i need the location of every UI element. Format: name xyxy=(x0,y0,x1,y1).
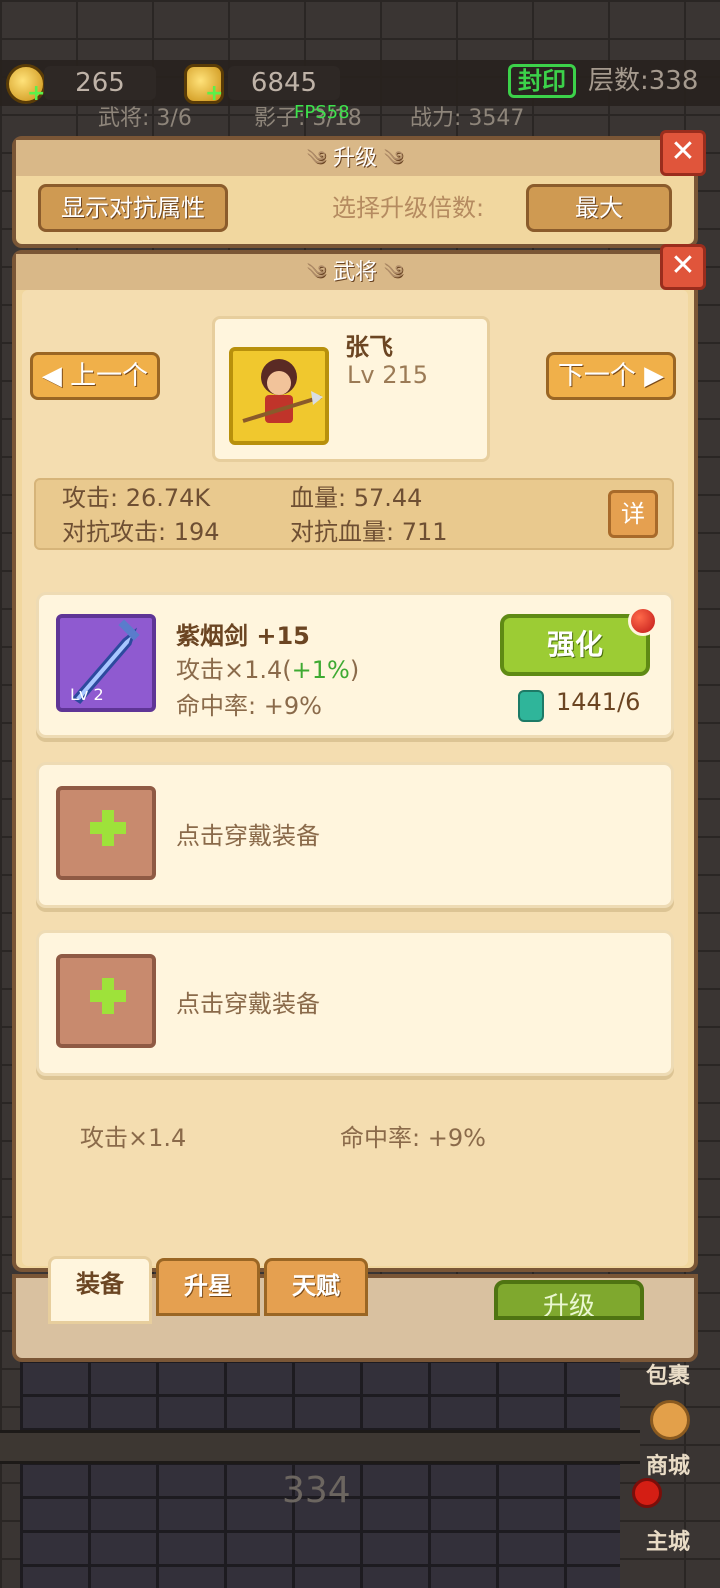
detail-button[interactable]: 详 xyxy=(608,490,658,538)
ingot-count: 6845 xyxy=(228,66,340,100)
hero-card: 张飞 Lv 215 xyxy=(212,316,490,462)
upgrade-button[interactable]: 升级 xyxy=(494,1280,644,1320)
warrior-icon xyxy=(242,359,323,423)
seal-button[interactable]: 封印 xyxy=(508,64,576,98)
hp-stat: 血量: 57.44 xyxy=(290,484,423,512)
panel-header: ༄ 升级 ༄ xyxy=(16,140,694,176)
gem-icon xyxy=(518,690,544,722)
sword-icon[interactable]: Lv 2 xyxy=(56,614,156,712)
equipment-level: Lv 2 xyxy=(70,685,104,704)
attack-stat: 攻击: 26.74K xyxy=(62,484,211,512)
ornament-icon: ༄ xyxy=(384,146,404,170)
next-general-button[interactable]: 下一个 ▶ xyxy=(546,352,676,400)
equipment-name: 紫烟剑 +15 xyxy=(176,622,310,650)
add-equipment-button[interactable] xyxy=(56,786,156,880)
add-equipment-button[interactable] xyxy=(56,954,156,1048)
summary-hit: 命中率: +9% xyxy=(340,1124,486,1152)
tab-talent[interactable]: 天赋 xyxy=(264,1258,368,1316)
floor-number: 334 xyxy=(282,1470,351,1511)
plus-icon xyxy=(90,978,126,1014)
power-value: 战力: 3547 xyxy=(410,106,525,131)
panel-title: ༄ 武将 ༄ xyxy=(306,260,404,285)
plus-icon xyxy=(90,810,126,846)
close-general-button[interactable]: ✕ xyxy=(660,244,706,290)
notification-dot xyxy=(632,1478,662,1508)
equipment-attack: 攻击×1.4(+1%) xyxy=(176,656,360,684)
city-button[interactable]: 主城 xyxy=(646,1524,690,1556)
multiplier-select[interactable]: 最大 xyxy=(526,184,672,232)
floor-count: 层数:338 xyxy=(588,66,699,96)
ornament-icon: ༄ xyxy=(306,146,326,170)
coin-count: 265 xyxy=(44,66,156,100)
counter-attack-stat: 对抗攻击: 194 xyxy=(62,518,220,546)
ingot-icon[interactable]: + xyxy=(184,64,224,105)
summary-attack: 攻击×1.4 xyxy=(80,1124,187,1152)
bag-button[interactable]: 包裹 xyxy=(646,1358,690,1390)
hero-level: Lv 215 xyxy=(347,361,429,389)
tower-ledge xyxy=(0,1430,640,1464)
equipment-hit: 命中率: +9% xyxy=(176,692,322,720)
show-counter-attr-button[interactable]: 显示对抗属性 xyxy=(38,184,228,232)
hero-name: 张飞 xyxy=(345,333,393,361)
hero-portrait[interactable] xyxy=(229,347,329,445)
close-upgrade-button[interactable]: ✕ xyxy=(660,130,706,176)
counter-hp-stat: 对抗血量: 711 xyxy=(290,518,448,546)
shop-icon[interactable] xyxy=(650,1400,690,1440)
multiplier-label: 选择升级倍数: xyxy=(332,194,485,222)
tab-equipment[interactable]: 装备 xyxy=(48,1256,152,1324)
generals-count: 武将: 3/6 xyxy=(98,106,192,131)
shop-button[interactable]: 商城 xyxy=(646,1448,690,1480)
gem-count: 1441/6 xyxy=(556,688,641,716)
panel-title: ༄ 升级 ༄ xyxy=(306,146,404,171)
fps-counter: FPS58 xyxy=(294,102,350,123)
empty-slot-text: 点击穿戴装备 xyxy=(176,822,320,850)
notification-dot xyxy=(628,606,658,636)
ornament-icon: ༄ xyxy=(384,260,404,284)
prev-general-button[interactable]: ◀ 上一个 xyxy=(30,352,160,400)
tab-star-up[interactable]: 升星 xyxy=(156,1258,260,1316)
panel-header: ༄ 武将 ༄ xyxy=(16,254,694,290)
coin-icon[interactable]: + xyxy=(6,64,46,105)
ornament-icon: ༄ xyxy=(306,260,326,284)
empty-slot-text: 点击穿戴装备 xyxy=(176,990,320,1018)
